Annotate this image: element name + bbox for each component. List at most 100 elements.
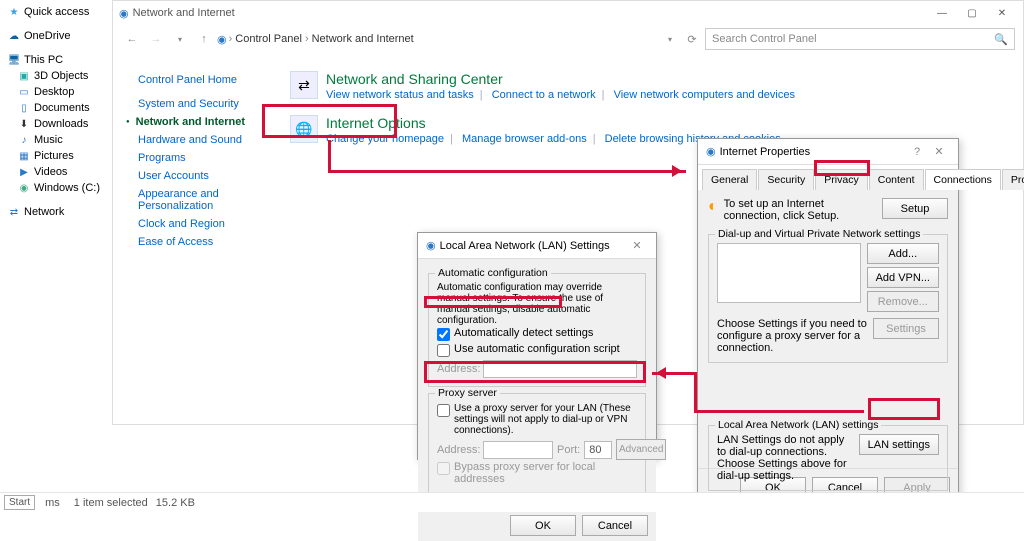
lan-settings-dialog: ◉ Local Area Network (LAN) Settings ✕ Au… <box>417 232 657 460</box>
lan-settings-button[interactable]: LAN settings <box>859 434 939 455</box>
nav-network[interactable]: ⇄Network <box>0 204 112 220</box>
forward-button[interactable]: → <box>145 28 167 50</box>
window-titlebar: ◉ Network and Internet — ▢ ✕ <box>113 1 1023 25</box>
bypass-checkbox: Bypass proxy server for local addresses <box>437 460 637 486</box>
status-size: 15.2 KB <box>156 497 195 509</box>
setup-text: To set up an Internet connection, click … <box>724 198 876 222</box>
globe-icon: ◉ <box>706 145 716 158</box>
start-button[interactable]: Start <box>4 495 35 510</box>
lan-footer: OK Cancel <box>418 509 656 541</box>
window-title: Network and Internet <box>133 7 235 19</box>
nsc-link-status[interactable]: View network status and tasks <box>326 89 474 101</box>
add-button[interactable]: Add... <box>867 243 939 264</box>
minimize-button[interactable]: — <box>927 3 957 23</box>
search-input[interactable]: Search Control Panel 🔍 <box>705 28 1015 50</box>
cat-ease-access[interactable]: Ease of Access <box>138 233 278 251</box>
shield-icon: ◉ <box>119 7 129 20</box>
ok-button[interactable]: OK <box>510 515 576 536</box>
nav-documents[interactable]: ▯Documents <box>0 100 112 116</box>
lan-text: LAN Settings do not apply to dial-up con… <box>717 434 853 482</box>
help-button[interactable]: ? <box>906 146 928 158</box>
dialup-listbox[interactable] <box>717 243 861 303</box>
nav-quick-access[interactable]: ★Quick access <box>0 4 112 20</box>
cat-home[interactable]: Control Panel Home <box>138 71 278 89</box>
breadcrumb[interactable]: ◉ › Control Panel › Network and Internet… <box>217 28 703 50</box>
crumb-ni[interactable]: Network and Internet <box>311 33 415 45</box>
internet-options-icon: 🌐 <box>290 115 318 143</box>
tab-programs[interactable]: Programs <box>1002 169 1024 190</box>
close-button[interactable]: ✕ <box>928 145 950 158</box>
nav-this-pc[interactable]: 🖥This PC <box>0 52 112 68</box>
io-link-homepage[interactable]: Change your homepage <box>326 133 444 145</box>
maximize-button[interactable]: ▢ <box>957 3 987 23</box>
tab-security[interactable]: Security <box>758 169 814 190</box>
wizard-icon: ◐ <box>708 198 718 216</box>
internet-properties-dialog: ◉ Internet Properties ? ✕ General Securi… <box>697 138 959 496</box>
pictures-icon: ▦ <box>18 150 30 162</box>
address-label: Address: <box>437 363 479 375</box>
close-button[interactable]: ✕ <box>626 239 648 252</box>
pc-icon: 🖥 <box>8 54 20 66</box>
group-dialup-label: Dial-up and Virtual Private Network sett… <box>715 228 923 240</box>
group-proxy-label: Proxy server <box>435 387 500 399</box>
network-icon: ⇄ <box>8 206 20 218</box>
annotation-arrow <box>328 140 331 170</box>
ip-titlebar: ◉ Internet Properties ? ✕ <box>698 139 958 165</box>
setup-button[interactable]: Setup <box>882 198 948 219</box>
category-sidebar: Control Panel Home System and Security N… <box>113 53 278 424</box>
nav-pictures[interactable]: ▦Pictures <box>0 148 112 164</box>
add-vpn-button[interactable]: Add VPN... <box>867 267 939 288</box>
nav-onedrive[interactable]: ☁OneDrive <box>0 28 112 44</box>
cat-clock-region[interactable]: Clock and Region <box>138 215 278 233</box>
star-icon: ★ <box>8 6 20 18</box>
tab-content[interactable]: Content <box>869 169 924 190</box>
annotation-arrow <box>694 372 697 410</box>
block-network-sharing: ⇄ Network and Sharing Center View networ… <box>290 71 1011 101</box>
ip-tabs: General Security Privacy Content Connect… <box>698 165 958 190</box>
cube-icon: ▣ <box>18 70 30 82</box>
tab-general[interactable]: General <box>702 169 757 190</box>
nav-desktop[interactable]: ▭Desktop <box>0 84 112 100</box>
up-button[interactable]: ↑ <box>193 28 215 50</box>
nav-3d-objects[interactable]: ▣3D Objects <box>0 68 112 84</box>
cat-user-accounts[interactable]: User Accounts <box>138 167 278 185</box>
cat-hardware-sound[interactable]: Hardware and Sound <box>138 131 278 149</box>
nsc-link-devices[interactable]: View network computers and devices <box>614 89 795 101</box>
port-label: Port: <box>557 444 580 456</box>
cat-programs[interactable]: Programs <box>138 149 278 167</box>
back-button[interactable]: ← <box>121 28 143 50</box>
documents-icon: ▯ <box>18 102 30 114</box>
tab-connections[interactable]: Connections <box>925 169 1001 190</box>
proxy-checkbox[interactable]: Use a proxy server for your LAN (These s… <box>437 402 637 437</box>
io-link-addons[interactable]: Manage browser add-ons <box>462 133 587 145</box>
auto-script-checkbox[interactable]: Use automatic configuration script <box>437 342 637 358</box>
recent-button[interactable]: ▾ <box>169 28 191 50</box>
nav-windows-c[interactable]: ◉Windows (C:) <box>0 180 112 196</box>
nsc-link-connect[interactable]: Connect to a network <box>492 89 596 101</box>
auto-detect-checkbox[interactable]: Automatically detect settings <box>437 326 637 342</box>
crumb-cp[interactable]: Control Panel <box>234 33 303 45</box>
nav-music[interactable]: ♪Music <box>0 132 112 148</box>
nav-downloads[interactable]: ⬇Downloads <box>0 116 112 132</box>
remove-button: Remove... <box>867 291 939 312</box>
search-placeholder: Search Control Panel <box>712 33 817 45</box>
crumb-dropdown[interactable]: ▾ <box>659 28 681 50</box>
globe-icon: ◉ <box>426 239 436 252</box>
io-title[interactable]: Internet Options <box>326 115 781 131</box>
proxy-address-label: Address: <box>437 444 479 456</box>
group-lan-label: Local Area Network (LAN) settings <box>715 419 881 431</box>
refresh-button[interactable]: ⟳ <box>681 28 703 50</box>
lan-title: Local Area Network (LAN) Settings <box>440 240 610 252</box>
nsc-title[interactable]: Network and Sharing Center <box>326 71 795 87</box>
cancel-button[interactable]: Cancel <box>582 515 648 536</box>
close-button[interactable]: ✕ <box>987 3 1017 23</box>
proxy-address-input <box>483 441 553 459</box>
advanced-button: Advanced <box>616 439 666 460</box>
cat-system-security[interactable]: System and Security <box>138 95 278 113</box>
nav-videos[interactable]: ▶Videos <box>0 164 112 180</box>
cat-network-internet[interactable]: Network and Internet <box>138 113 278 131</box>
nav-toolbar: ← → ▾ ↑ ◉ › Control Panel › Network and … <box>113 25 1023 53</box>
annotation-arrow <box>652 372 694 375</box>
cat-appearance[interactable]: Appearance and Personalization <box>138 185 278 215</box>
tab-privacy[interactable]: Privacy <box>815 169 867 190</box>
